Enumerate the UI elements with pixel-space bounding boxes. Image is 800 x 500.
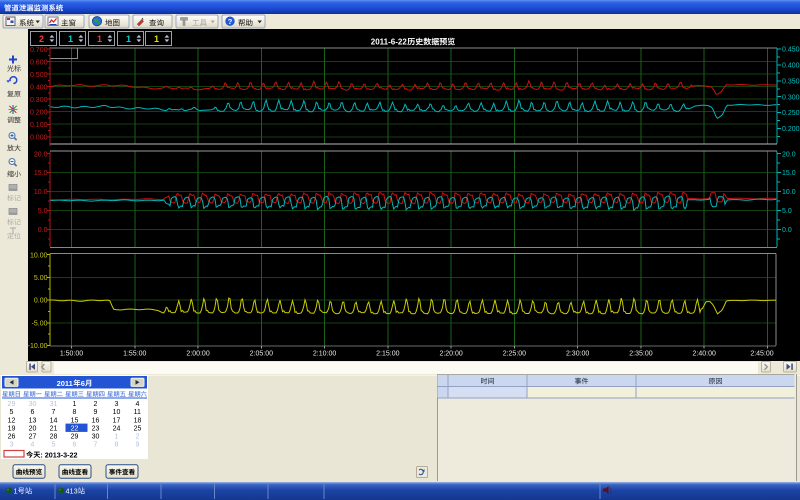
svg-text:23: 23 bbox=[92, 425, 100, 432]
svg-text:10: 10 bbox=[113, 409, 121, 416]
svg-text:1: 1 bbox=[126, 34, 131, 44]
svg-text:?: ? bbox=[228, 17, 233, 26]
svg-text:3: 3 bbox=[115, 401, 119, 408]
svg-text:6: 6 bbox=[81, 379, 85, 388]
svg-text:2:05:00: 2:05:00 bbox=[250, 351, 273, 358]
svg-text:26: 26 bbox=[8, 434, 16, 441]
svg-text:-10.00: -10.00 bbox=[28, 343, 48, 350]
svg-text:0.250: 0.250 bbox=[782, 110, 800, 117]
svg-text:0.00: 0.00 bbox=[34, 298, 48, 305]
svg-text:0.600: 0.600 bbox=[30, 59, 48, 66]
svg-text:1:50:00: 1:50:00 bbox=[60, 351, 83, 358]
svg-text:2:15:00: 2:15:00 bbox=[376, 351, 399, 358]
svg-text:-5.00: -5.00 bbox=[32, 320, 48, 327]
svg-text:3: 3 bbox=[10, 442, 14, 449]
svg-text:1: 1 bbox=[14, 487, 18, 496]
svg-text:30: 30 bbox=[92, 434, 100, 441]
svg-text:2: 2 bbox=[39, 34, 44, 44]
svg-text:22: 22 bbox=[71, 425, 79, 432]
svg-text:0.100: 0.100 bbox=[30, 122, 48, 129]
svg-text:17: 17 bbox=[113, 417, 121, 424]
svg-text:1: 1 bbox=[97, 34, 102, 44]
svg-text:5.0: 5.0 bbox=[782, 208, 792, 215]
svg-text:20: 20 bbox=[29, 425, 37, 432]
svg-text:: 2013-3-22: : 2013-3-22 bbox=[40, 450, 77, 459]
svg-text:2:35:00: 2:35:00 bbox=[629, 351, 652, 358]
svg-text:2:00:00: 2:00:00 bbox=[186, 351, 209, 358]
svg-text:27: 27 bbox=[29, 434, 37, 441]
svg-text:28: 28 bbox=[50, 434, 58, 441]
svg-text:12: 12 bbox=[8, 417, 16, 424]
svg-text:2:30:00: 2:30:00 bbox=[566, 351, 589, 358]
svg-text:18: 18 bbox=[134, 417, 142, 424]
svg-text:8: 8 bbox=[115, 442, 119, 449]
svg-text:9: 9 bbox=[136, 442, 140, 449]
svg-text:0.000: 0.000 bbox=[30, 134, 48, 141]
svg-text:29: 29 bbox=[71, 434, 79, 441]
svg-text:2:40:00: 2:40:00 bbox=[693, 351, 716, 358]
svg-text:1: 1 bbox=[115, 434, 119, 441]
svg-text:0.400: 0.400 bbox=[30, 84, 48, 91]
svg-text:20.0: 20.0 bbox=[782, 151, 796, 158]
svg-text:15.0: 15.0 bbox=[34, 170, 48, 177]
svg-text:15.0: 15.0 bbox=[782, 170, 796, 177]
svg-text:9: 9 bbox=[94, 409, 98, 416]
svg-text:0.500: 0.500 bbox=[30, 72, 48, 79]
svg-text:0.700: 0.700 bbox=[30, 47, 48, 54]
svg-text:5.0: 5.0 bbox=[38, 208, 48, 215]
svg-text:0.400: 0.400 bbox=[782, 63, 800, 70]
svg-text:0.200: 0.200 bbox=[30, 109, 48, 116]
svg-text:7: 7 bbox=[94, 442, 98, 449]
svg-text:2:20:00: 2:20:00 bbox=[439, 351, 462, 358]
svg-text:10.0: 10.0 bbox=[782, 189, 796, 196]
svg-text:1:55:00: 1:55:00 bbox=[123, 351, 146, 358]
svg-text:8: 8 bbox=[73, 409, 77, 416]
svg-text:0.0: 0.0 bbox=[782, 227, 792, 234]
svg-text:4: 4 bbox=[136, 401, 140, 408]
svg-text:30: 30 bbox=[29, 401, 37, 408]
svg-text:2:45:00: 2:45:00 bbox=[750, 351, 773, 358]
svg-text:413: 413 bbox=[66, 487, 78, 496]
svg-text:31: 31 bbox=[50, 401, 58, 408]
svg-text:4: 4 bbox=[31, 442, 35, 449]
svg-text:20.0: 20.0 bbox=[34, 151, 48, 158]
svg-text:2:10:00: 2:10:00 bbox=[313, 351, 336, 358]
svg-text:0.300: 0.300 bbox=[30, 97, 48, 104]
svg-text:2: 2 bbox=[136, 434, 140, 441]
svg-text:1: 1 bbox=[154, 34, 159, 44]
svg-text:2:25:00: 2:25:00 bbox=[503, 351, 526, 358]
svg-text:0.450: 0.450 bbox=[782, 47, 800, 54]
svg-text:14: 14 bbox=[50, 417, 58, 424]
svg-text:5.00: 5.00 bbox=[34, 275, 48, 282]
svg-text:13: 13 bbox=[29, 417, 37, 424]
svg-text:15: 15 bbox=[71, 417, 79, 424]
svg-text:2011-6-22: 2011-6-22 bbox=[371, 38, 408, 47]
svg-text:2: 2 bbox=[94, 401, 98, 408]
svg-text:29: 29 bbox=[8, 401, 16, 408]
svg-text:0.350: 0.350 bbox=[782, 78, 800, 85]
svg-text:7: 7 bbox=[52, 409, 56, 416]
svg-text:5: 5 bbox=[10, 409, 14, 416]
svg-text:21: 21 bbox=[50, 425, 58, 432]
svg-text:1: 1 bbox=[68, 34, 73, 44]
svg-text:0.300: 0.300 bbox=[782, 94, 800, 101]
svg-text:6: 6 bbox=[31, 409, 35, 416]
svg-text:19: 19 bbox=[8, 425, 16, 432]
svg-text:2011: 2011 bbox=[57, 379, 73, 388]
svg-text:16: 16 bbox=[92, 417, 100, 424]
svg-text:1: 1 bbox=[73, 401, 77, 408]
svg-text:11: 11 bbox=[134, 409, 141, 416]
svg-text:0.0: 0.0 bbox=[38, 227, 48, 234]
svg-text:0.200: 0.200 bbox=[782, 126, 800, 133]
svg-text:6: 6 bbox=[73, 442, 77, 449]
svg-text:24: 24 bbox=[113, 425, 121, 432]
svg-text:10.00: 10.00 bbox=[30, 252, 48, 259]
svg-text:10.0: 10.0 bbox=[34, 189, 48, 196]
svg-text:5: 5 bbox=[52, 442, 56, 449]
svg-text:25: 25 bbox=[134, 425, 142, 432]
